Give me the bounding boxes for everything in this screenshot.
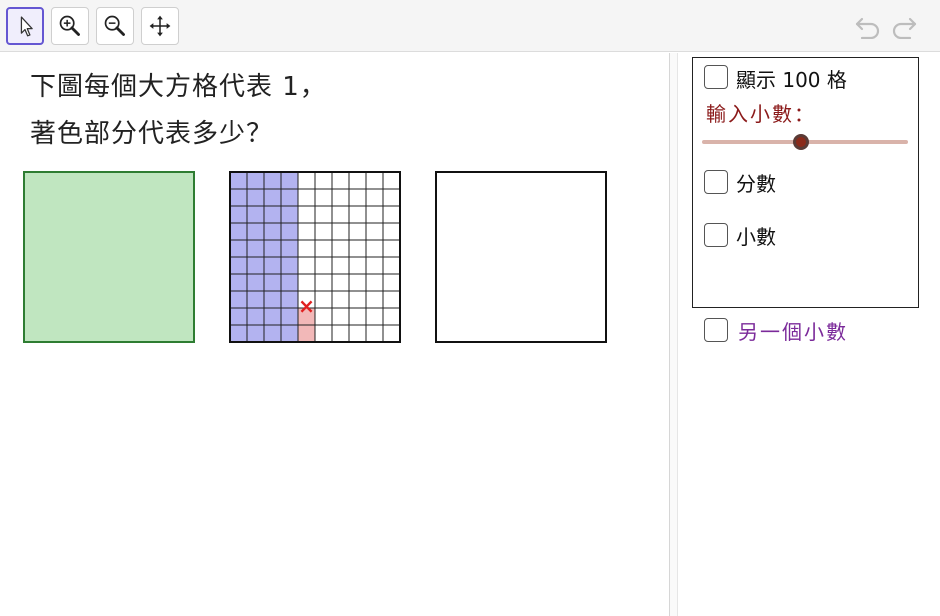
arrow-cursor-icon	[20, 16, 33, 37]
another-decimal-label: 另一個小數	[738, 320, 848, 344]
blank-square	[435, 171, 607, 343]
fraction-label: 分數	[736, 172, 776, 196]
zoom-out-icon	[104, 15, 125, 36]
toolbar	[0, 0, 940, 52]
hundred-grid: ×	[229, 171, 401, 343]
drag-point-marker[interactable]: ×	[298, 294, 315, 318]
slider-knob[interactable]	[792, 134, 809, 150]
decimal-slider[interactable]	[700, 132, 910, 152]
undo-button[interactable]	[854, 13, 882, 40]
move-tool-button[interactable]	[6, 7, 44, 45]
question-line-2: 著色部分代表多少？	[30, 119, 274, 149]
hundred-grid-drawing: ×	[229, 171, 401, 343]
slider-label: 輸入小數：	[706, 102, 816, 126]
redo-icon	[892, 17, 917, 40]
move-graphics-view-button[interactable]	[141, 7, 179, 45]
whole-square	[23, 171, 195, 343]
question-line-1: 下圖每個大方格代表 1，	[30, 72, 327, 102]
show-100-checkbox[interactable]	[704, 65, 728, 89]
another-decimal-checkbox[interactable]	[704, 318, 728, 342]
decimal-label: 小數	[736, 225, 776, 249]
zoom-in-icon	[59, 15, 80, 36]
move-arrows-icon	[149, 15, 171, 37]
undo-icon	[855, 17, 880, 40]
zoom-in-button[interactable]	[51, 7, 89, 45]
panel-divider[interactable]	[669, 53, 678, 616]
show-100-label: 顯示 100 格	[736, 68, 847, 92]
zoom-out-button[interactable]	[96, 7, 134, 45]
redo-button[interactable]	[890, 13, 918, 40]
fraction-checkbox[interactable]	[704, 170, 728, 194]
decimal-checkbox[interactable]	[704, 223, 728, 247]
